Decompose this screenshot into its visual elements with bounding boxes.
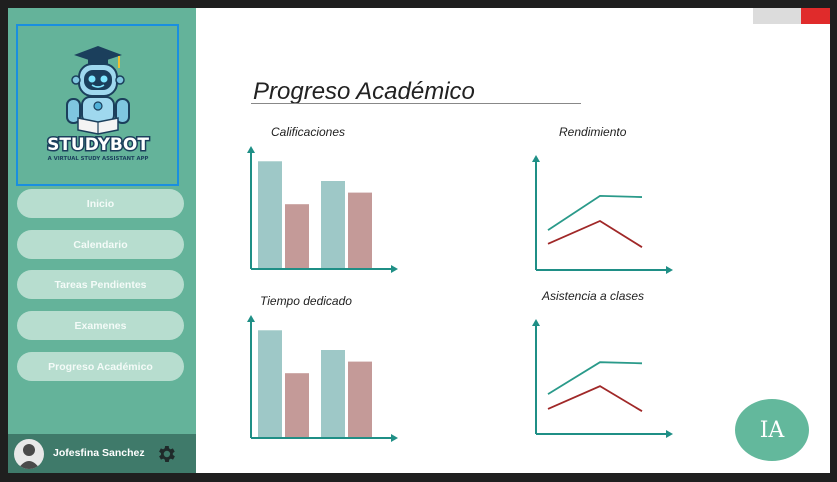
gear-icon[interactable] (155, 443, 177, 465)
bar (348, 192, 372, 268)
chart-asistencia (532, 319, 673, 438)
bar (348, 361, 372, 437)
chart-rendimiento (532, 155, 673, 274)
chart-tiempo-dedicado (247, 315, 398, 442)
chart-calificaciones (247, 146, 398, 273)
chart-marks (547, 194, 643, 248)
x-axis-arrow (391, 265, 398, 273)
title-divider (251, 103, 581, 104)
sidebar-item-progreso-academico[interactable]: Progreso Académico (17, 352, 184, 381)
chart-marks (547, 361, 643, 412)
bar (258, 161, 282, 268)
chart-axes (532, 155, 673, 274)
sidebar-item-inicio[interactable]: Inicio (17, 189, 184, 218)
chart-marks (258, 330, 372, 437)
sidebar-item-label: Inicio (86, 197, 115, 210)
sidebar-item-label: Calendario (73, 238, 128, 251)
sidebar-item-calendario[interactable]: Calendario (17, 230, 184, 259)
sidebar-item-tareas-pendientes[interactable]: Tareas Pendientes (17, 270, 184, 299)
chart-title-rendimiento: Rendimiento (559, 125, 627, 139)
y-axis-arrow (532, 155, 540, 162)
chart-marks (258, 161, 372, 268)
svg-text:STUDYBOT: STUDYBOT (47, 135, 149, 155)
ia-assistant-button[interactable]: IA (735, 399, 809, 461)
main-content: Progreso Académico Calificaciones Rendim… (196, 8, 830, 473)
x-axis-arrow (391, 434, 398, 442)
sidebar-item-label: Examenes (74, 319, 127, 332)
chart-title-calificaciones: Calificaciones (271, 125, 346, 139)
close-button[interactable] (801, 8, 830, 24)
x-axis-arrow (666, 266, 673, 274)
x-axis-arrow (666, 430, 673, 438)
sidebar-item-examenes[interactable]: Examenes (17, 311, 184, 340)
page-title: Progreso Académico (253, 78, 475, 105)
app-window: STUDYBOT A VIRTUAL STUDY ASSISTANT APP I… (8, 8, 830, 473)
studybot-logo: STUDYBOT A VIRTUAL STUDY ASSISTANT APP (16, 24, 179, 186)
bar (321, 350, 345, 437)
series-line (547, 194, 643, 231)
chart-title-tiempo-dedicado: Tiempo dedicado (260, 294, 352, 308)
sidebar: STUDYBOT A VIRTUAL STUDY ASSISTANT APP I… (8, 8, 196, 473)
y-axis-arrow (532, 319, 540, 326)
series-line (547, 219, 643, 248)
ia-button-label: IA (759, 417, 785, 443)
bar (285, 204, 309, 268)
series-line (547, 385, 643, 412)
user-bar: Jofesfina Sanchez (8, 434, 196, 473)
bar (258, 330, 282, 437)
avatar-icon[interactable] (14, 439, 44, 469)
svg-text:A VIRTUAL STUDY ASSISTANT APP: A VIRTUAL STUDY ASSISTANT APP (48, 156, 149, 162)
sidebar-item-label: Tareas Pendientes (54, 278, 147, 291)
sidebar-item-label: Progreso Académico (48, 360, 153, 373)
robot-logo-icon: STUDYBOT A VIRTUAL STUDY ASSISTANT APP (46, 46, 151, 162)
user-name: Jofesfina Sanchez (53, 447, 145, 459)
bar (285, 373, 309, 437)
chart-title-asistencia: Asistencia a clases (542, 289, 645, 303)
y-axis-arrow (247, 146, 255, 153)
y-axis-arrow (247, 315, 255, 322)
series-line (547, 361, 643, 395)
minimize-button[interactable] (753, 8, 801, 24)
chart-axes (532, 319, 673, 438)
bar (321, 181, 345, 268)
